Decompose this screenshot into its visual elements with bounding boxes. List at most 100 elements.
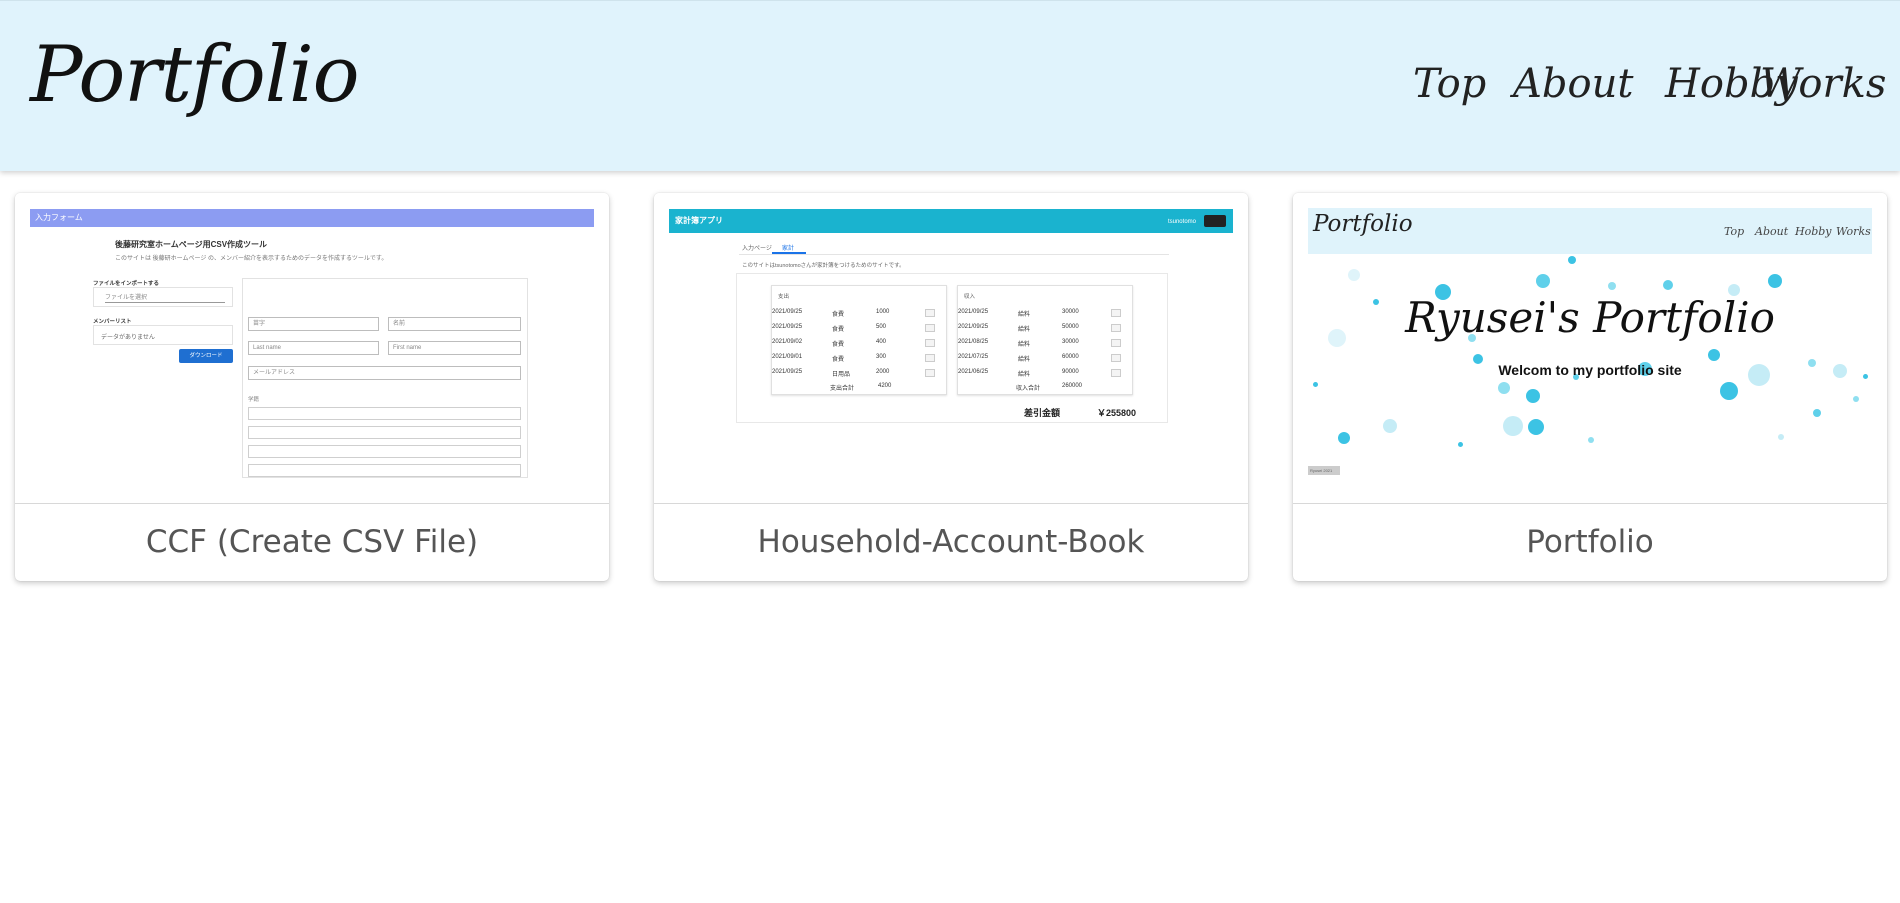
thumb-income-amount: 30000 (1062, 309, 1079, 315)
thumb-income-date: 2021/06/25 (958, 369, 989, 375)
thumb-form-row (248, 407, 521, 420)
thumb-delete-icon (1111, 339, 1121, 347)
thumb-field-email: メールアドレス (248, 366, 521, 380)
thumb-income-date: 2021/07/25 (958, 354, 989, 360)
thumb-expense-category: 食費 (832, 342, 845, 348)
work-thumbnail-household[interactable]: 家計簿アプリ tsunotomo 入力ページ 家計 このサイトはtsunotom… (654, 193, 1248, 503)
thumb-expense-category: 日用品 (832, 372, 851, 378)
decorative-bubble (1536, 274, 1550, 288)
decorative-bubble (1778, 434, 1784, 440)
thumb-tab-input: 入力ページ (742, 246, 772, 252)
work-thumbnail-portfolio[interactable]: Portfolio Top About Hobby Works Ryusei's… (1293, 193, 1887, 503)
thumb-expense-date: 2021/09/25 (772, 369, 803, 375)
decorative-bubble (1708, 349, 1720, 361)
thumb-username: tsunotomo (1167, 219, 1196, 225)
thumb-income-total-label: 収入合計 (1016, 386, 1041, 392)
nav-link-works[interactable]: Works (1760, 61, 1886, 107)
thumb-expense-date: 2021/09/02 (772, 339, 803, 345)
decorative-bubble (1663, 280, 1673, 290)
decorative-bubble (1813, 409, 1821, 417)
work-card-title[interactable]: Household-Account-Book (654, 504, 1248, 581)
thumb-expense-date: 2021/09/25 (772, 309, 803, 315)
thumb-expense-amount: 400 (876, 339, 887, 345)
thumb-member-label: メンバーリスト (93, 319, 132, 325)
thumb-hero-title: Ryusei's Portfolio (1405, 293, 1775, 342)
decorative-bubble (1526, 389, 1540, 403)
thumb-delete-icon (925, 354, 935, 362)
thumb-income-amount: 60000 (1062, 354, 1079, 360)
thumb-income-category: 給料 (1018, 342, 1031, 348)
nav-link-about[interactable]: About (1513, 61, 1633, 107)
decorative-bubble (1528, 419, 1544, 435)
thumb-footer: Ryusei 2021 (1308, 466, 1340, 475)
work-card-title[interactable]: Portfolio (1293, 504, 1887, 581)
thumb-expense-header: 支出 (778, 294, 790, 300)
work-thumbnail-ccf[interactable]: 入力フォーム 後藤研究室ホームページ用CSV作成ツール このサイトは 後藤研ホー… (15, 193, 609, 503)
thumb-income-amount: 50000 (1062, 324, 1079, 330)
thumb-delete-icon (925, 309, 935, 317)
thumb-income-category: 給料 (1018, 327, 1031, 333)
thumb-diff-value: ￥255800 (1097, 408, 1137, 418)
thumb-income-total: 260000 (1062, 383, 1083, 389)
decorative-bubble (1313, 382, 1318, 387)
thumb-income-amount: 30000 (1062, 339, 1079, 345)
decorative-bubble (1458, 442, 1463, 447)
decorative-bubble (1503, 416, 1523, 436)
thumb-delete-icon (1111, 309, 1121, 317)
site-header: Portfolio Top About Hobby Works (0, 0, 1900, 171)
thumb-logout-icon (1204, 215, 1226, 227)
thumb-member-empty: データがありません (93, 325, 233, 345)
thumb-expense-category: 食費 (832, 357, 845, 363)
work-card-household[interactable]: 家計簿アプリ tsunotomo 入力ページ 家計 このサイトはtsunotom… (654, 193, 1248, 581)
thumb-expense-date: 2021/09/25 (772, 324, 803, 330)
nav-link-top[interactable]: Top (1413, 61, 1486, 107)
decorative-bubble (1383, 419, 1397, 433)
thumb-file-input: ファイルを選択 (105, 294, 225, 303)
brand-logo-link[interactable]: Portfolio (30, 25, 360, 126)
thumb-expense-amount: 300 (876, 354, 887, 360)
thumb-income-amount: 90000 (1062, 369, 1079, 375)
thumb-delete-icon (1111, 354, 1121, 362)
thumb-tab-budget: 家計 (782, 246, 795, 252)
thumb-expense-amount: 2000 (876, 369, 890, 375)
thumb-delete-icon (925, 369, 935, 377)
decorative-bubble (1720, 382, 1738, 400)
decorative-bubble (1853, 396, 1859, 402)
thumb-title: 後藤研究室ホームページ用CSV作成ツール (115, 240, 268, 249)
thumb-income-date: 2021/09/25 (958, 324, 989, 330)
thumb-income-date: 2021/09/25 (958, 309, 989, 315)
thumb-delete-icon (1111, 369, 1121, 377)
thumb-income-category: 給料 (1018, 312, 1031, 318)
decorative-bubble (1588, 437, 1594, 443)
decorative-bubble (1568, 256, 1576, 264)
decorative-bubble (1348, 269, 1360, 281)
thumb-delete-icon (925, 324, 935, 332)
thumb-separator (739, 254, 1169, 255)
thumb-nav-works: Works (1836, 225, 1871, 238)
thumb-field-lastname: Last name (248, 341, 379, 355)
thumb-form-row (248, 464, 521, 477)
work-card-title[interactable]: CCF (Create CSV File) (15, 504, 609, 581)
thumb-app-bar: 入力フォーム (30, 209, 594, 227)
thumb-welcome-text: Welcom to my portfolio site (1498, 362, 1682, 378)
thumb-expense-amount: 500 (876, 324, 887, 330)
thumb-subtitle: このサイトは 後藤研ホームページ の、メンバー紹介を表示するためのデータを作成す… (115, 256, 388, 262)
thumb-description: このサイトはtsunotomoさんが家計簿をつけるためのサイトです。 (742, 263, 905, 269)
thumb-expense-total: 4200 (878, 383, 892, 389)
thumb-expense-category: 食費 (832, 327, 845, 333)
work-card-portfolio[interactable]: Portfolio Top About Hobby Works Ryusei's… (1293, 193, 1887, 581)
thumb-field-lastname-jp: 苗字 (248, 317, 379, 331)
thumb-app-bar: 家計簿アプリ (669, 209, 1233, 233)
decorative-bubble (1338, 432, 1350, 444)
thumb-nav-top: Top (1724, 225, 1745, 238)
thumb-delete-icon (925, 339, 935, 347)
thumb-delete-icon (1111, 324, 1121, 332)
thumb-income-date: 2021/08/25 (958, 339, 989, 345)
thumb-nav-hobby: Hobby (1795, 225, 1832, 238)
work-card-ccf[interactable]: 入力フォーム 後藤研究室ホームページ用CSV作成ツール このサイトは 後藤研ホー… (15, 193, 609, 581)
thumb-nav-about: About (1755, 225, 1789, 238)
thumb-form-row (248, 426, 521, 439)
thumb-form-row (248, 445, 521, 458)
thumb-field-firstname-jp: 名前 (388, 317, 521, 331)
decorative-bubble (1608, 282, 1616, 290)
